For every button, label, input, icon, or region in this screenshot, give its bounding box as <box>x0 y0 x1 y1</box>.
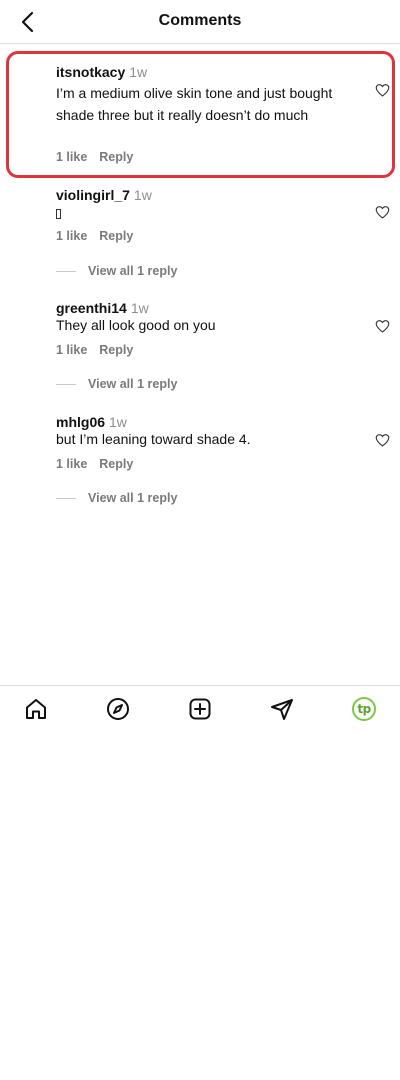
heart-icon[interactable] <box>375 433 390 447</box>
nav-messages[interactable] <box>269 696 295 722</box>
view-replies-button[interactable]: View all 1 reply <box>56 264 177 278</box>
nav-create[interactable] <box>187 696 213 722</box>
like-count[interactable]: 1 like <box>56 150 87 164</box>
reply-divider-line <box>56 270 76 272</box>
reply-button[interactable]: Reply <box>99 343 133 357</box>
comment-text: They all look good on you <box>56 317 216 333</box>
reply-divider-line <box>56 383 76 385</box>
heart-icon[interactable] <box>375 319 390 333</box>
reply-button[interactable]: Reply <box>99 457 133 471</box>
create-post-icon <box>189 698 211 720</box>
comment-username[interactable]: greenthi14 <box>56 300 127 316</box>
nav-home[interactable] <box>23 696 49 722</box>
page-title: Comments <box>158 12 242 29</box>
comment-username[interactable]: itsnotkacy <box>56 64 125 80</box>
nav-profile[interactable]: tp <box>351 696 377 722</box>
comment-username[interactable]: violingirl_7 <box>56 187 130 203</box>
comment-time: 1w <box>133 187 152 203</box>
heart-icon[interactable] <box>375 205 390 219</box>
view-replies-button[interactable]: View all 1 reply <box>56 491 177 505</box>
comment-time: 1w <box>130 300 149 316</box>
emoji-placeholder-glyph <box>56 209 61 219</box>
send-message-icon <box>271 699 293 720</box>
like-count[interactable]: 1 like <box>56 457 87 471</box>
view-replies-button[interactable]: View all 1 reply <box>56 377 177 391</box>
profile-avatar: tp <box>352 697 376 721</box>
comment-text: but I’m leaning toward shade 4. <box>56 431 251 447</box>
reply-button[interactable]: Reply <box>99 150 133 164</box>
nav-explore[interactable] <box>105 696 131 722</box>
comment-text: I’m a medium olive skin tone and just bo… <box>56 85 333 123</box>
heart-icon[interactable] <box>375 83 390 97</box>
comment-text <box>56 204 346 226</box>
home-icon <box>26 699 46 719</box>
explore-compass-icon <box>107 698 129 720</box>
comment-time: 1w <box>129 64 148 80</box>
bottom-nav: tp <box>0 685 400 730</box>
comment-time: 1w <box>109 414 127 430</box>
header-bar: Comments <box>0 0 400 44</box>
comment-username[interactable]: mhlg06 <box>56 414 105 430</box>
like-count[interactable]: 1 like <box>56 343 87 357</box>
like-count[interactable]: 1 like <box>56 229 87 243</box>
reply-divider-line <box>56 497 76 499</box>
reply-button[interactable]: Reply <box>99 229 133 243</box>
